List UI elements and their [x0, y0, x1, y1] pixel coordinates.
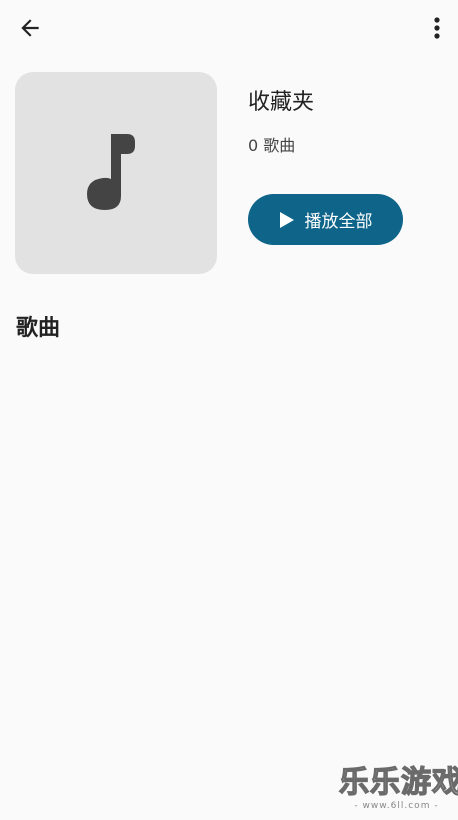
songs-section-title: 歌曲: [16, 316, 61, 341]
play-icon: [279, 211, 294, 228]
play-all-label: 播放全部: [304, 212, 373, 232]
playlist-screen: 收藏夹 0 歌曲 播放全部 歌曲 乐乐游戏 - www.6ll.com -: [0, 0, 458, 820]
playlist-title: 收藏夹: [248, 90, 315, 115]
more-vertical-icon: [434, 17, 440, 39]
song-count: 0 歌曲: [248, 136, 296, 155]
watermark-logo: 乐乐游戏 - www.6ll.com -: [338, 765, 458, 814]
playlist-header: 收藏夹 0 歌曲 播放全部: [15, 72, 443, 274]
watermark-subtitle: - www.6ll.com -: [354, 801, 439, 811]
watermark-title: 乐乐游戏: [338, 765, 458, 800]
playlist-cover: [15, 72, 217, 274]
music-note-icon: [87, 134, 135, 210]
more-options-button[interactable]: [422, 10, 452, 46]
play-all-button[interactable]: 播放全部: [248, 194, 403, 245]
back-button[interactable]: [10, 10, 50, 46]
arrow-left-icon: [21, 19, 39, 37]
top-app-bar: [0, 0, 458, 56]
